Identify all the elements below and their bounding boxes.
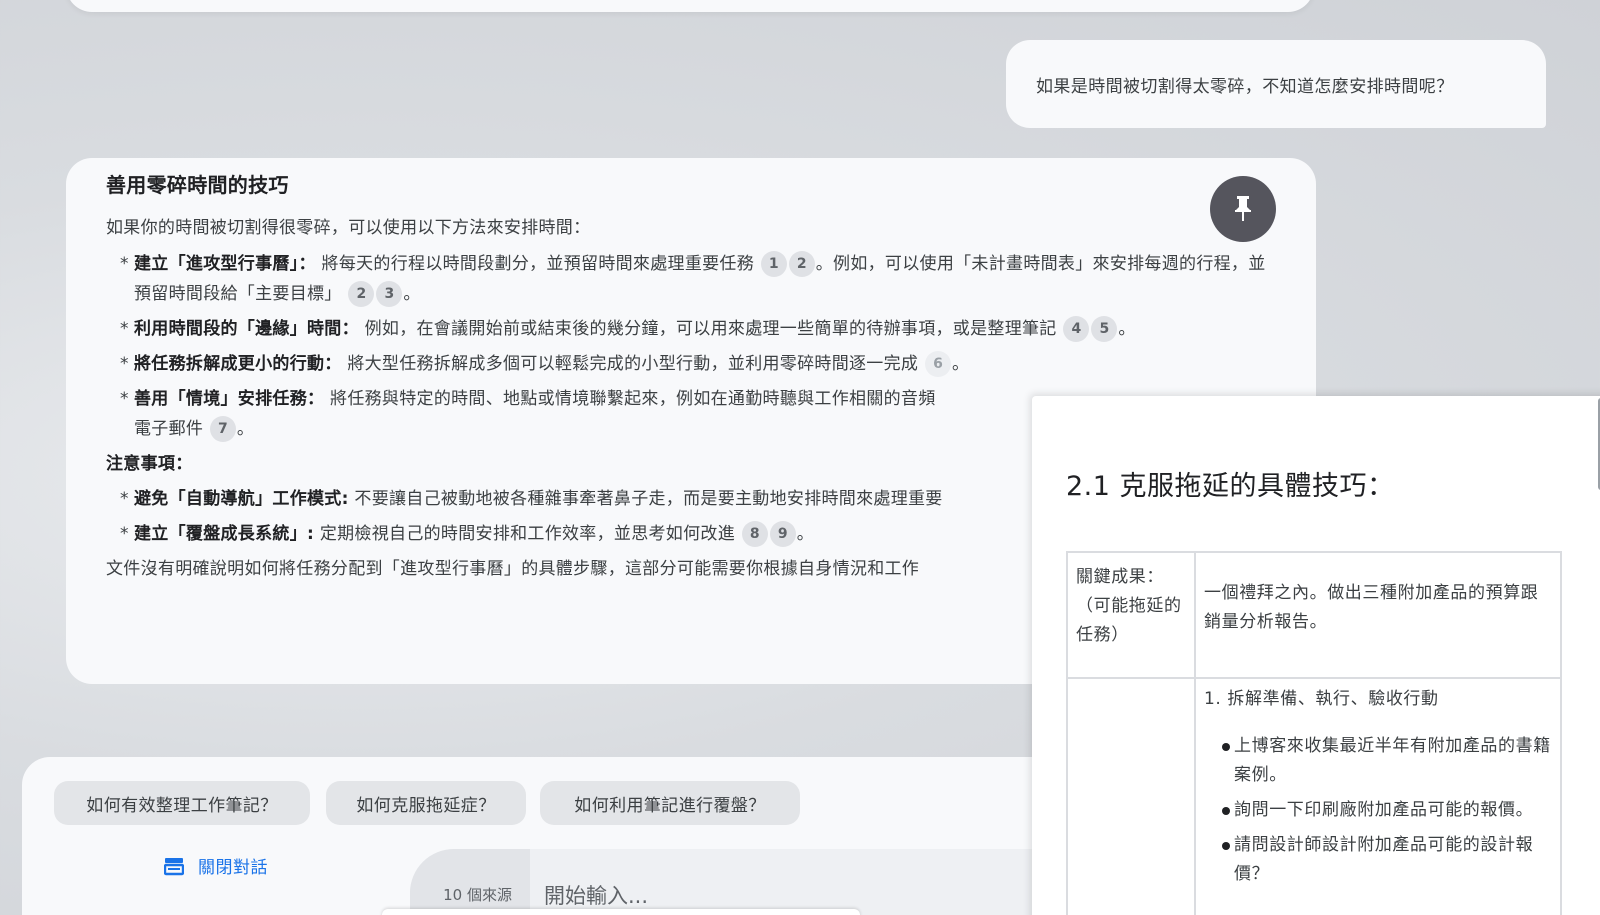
citation-button[interactable]: 5 (1091, 316, 1118, 342)
user-message-text: 如果是時間被切割得太零碎，不知道怎麼安排時間呢？ (1036, 76, 1454, 97)
table-cell-value: 一個禮拜之內。做出三種附加產品的預算跟銷量分析報告。 (1204, 583, 1539, 632)
answer-bullet: * 利用時間段的「邊緣」時間： 例如，在會議開始前或結束後的幾分鐘，可以用來處理一… (106, 314, 1276, 344)
answer-bullet: * 建立「進攻型行事曆」： 將每天的行程以時間段劃分，並預留時間來處理重要任務 1… (106, 249, 1276, 309)
suggestion-chip[interactable]: 如何克服拖延症？ (326, 781, 526, 825)
table-step: 1. 拆解準備、執行、驗收行動 (1204, 689, 1439, 709)
answer-intro: 如果你的時間被切割得很零碎，可以使用以下方法來安排時間： (106, 218, 591, 238)
source-document-panel: 2.1 克服拖延的具體技巧： 關鍵成果：（可能拖延的任務） 一個禮拜之內。做出三… (1032, 396, 1600, 915)
citation-button[interactable]: 2 (348, 281, 375, 307)
close-chat-button[interactable]: 關閉對話 (164, 853, 268, 878)
sources-count[interactable]: 10 個來源 (410, 849, 530, 915)
note-heading: 建立「覆盤成長系統」: (134, 524, 315, 544)
close-chat-label: 關閉對話 (198, 858, 268, 878)
user-message-bubble: 如果是時間被切割得太零碎，不知道怎麼安排時間呢？ (1006, 40, 1546, 128)
doc-heading: 2.1 克服拖延的具體技巧： (1066, 471, 1395, 502)
previous-message-card (66, 0, 1314, 12)
citation-button[interactable]: 7 (209, 416, 236, 442)
doc-bullet-list: 上博客來收集最近半年有附加產品的書籍案例。 詢問一下印刷廠附加產品可能的報價。 … (1204, 732, 1554, 889)
popup-edge (382, 909, 860, 915)
table-cell-label: 關鍵成果：（可能拖延的任務） (1076, 567, 1182, 645)
chat-panel-icon (164, 856, 184, 876)
citation-button[interactable]: 8 (741, 521, 768, 547)
list-item: 請問設計師設計附加產品可能的設計報價？ (1222, 831, 1554, 889)
citation-button[interactable]: 1 (760, 251, 787, 277)
doc-table: 關鍵成果：（可能拖延的任務） 一個禮拜之內。做出三種附加產品的預算跟銷量分析報告… (1066, 551, 1562, 915)
citation-button[interactable]: 6 (924, 351, 951, 377)
bullet-heading: 將任務拆解成更小的行動： (134, 354, 342, 374)
bullet-heading: 善用「情境」安排任務： (134, 389, 325, 409)
list-item: 詢問一下印刷廠附加產品可能的報價。 (1222, 796, 1554, 825)
table-row: 1. 拆解準備、執行、驗收行動 上博客來收集最近半年有附加產品的書籍案例。 詢問… (1066, 677, 1562, 915)
answer-bullet: * 將任務拆解成更小的行動： 將大型任務拆解成多個可以輕鬆完成的小型行動，並利用零… (106, 349, 1276, 379)
pin-icon (1230, 194, 1256, 224)
note-heading: 避免「自動導航」工作模式: (134, 489, 349, 509)
citation-button[interactable]: 2 (788, 251, 815, 277)
list-item: 上博客來收集最近半年有附加產品的書籍案例。 (1222, 732, 1554, 790)
pin-button[interactable] (1210, 176, 1276, 242)
bullet-heading: 建立「進攻型行事曆」： (134, 254, 316, 274)
citation-button[interactable]: 9 (769, 521, 796, 547)
citation-button[interactable]: 3 (376, 281, 403, 307)
chat-bottom-panel: 如何有效整理工作筆記？ 如何克服拖延症？ 如何利用筆記進行覆盤？ 關閉對話 10… (22, 757, 1210, 915)
answer-title: 善用零碎時間的技巧 (106, 173, 289, 197)
citation-button[interactable]: 4 (1063, 316, 1090, 342)
bullet-heading: 利用時間段的「邊緣」時間： (134, 319, 359, 339)
suggestion-chip[interactable]: 如何利用筆記進行覆盤？ (540, 781, 800, 825)
suggestion-chip[interactable]: 如何有效整理工作筆記？ (54, 781, 310, 825)
table-row: 關鍵成果：（可能拖延的任務） 一個禮拜之內。做出三種附加產品的預算跟銷量分析報告… (1066, 551, 1562, 679)
